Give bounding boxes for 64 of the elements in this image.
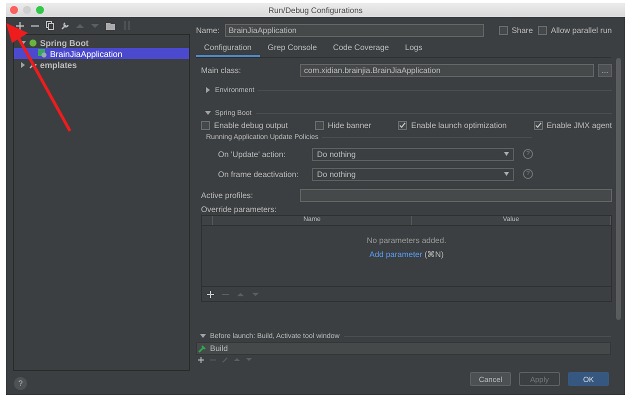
tree-item[interactable]: Spring Boot [40,38,89,48]
tab[interactable]: Code Coverage [324,40,397,57]
caret-icon [504,152,509,156]
tab[interactable]: Configuration [196,40,260,57]
tab[interactable]: Logs [397,40,430,57]
collapsed-arrow-icon[interactable] [205,87,211,93]
checkbox-label: Share [512,26,533,35]
move-up-icon[interactable] [76,22,84,28]
add-icon[interactable] [207,290,214,298]
field-label: On 'Update' action: [217,150,287,158]
name-label: Name: [196,26,220,35]
collapsed-arrow-icon[interactable] [20,62,26,68]
hammer-icon [198,344,207,352]
main-class-label: Main class: [201,66,242,74]
zoom-icon[interactable] [36,6,44,14]
checkbox-label: Allow parallel run [550,26,612,35]
wrench-icon[interactable] [61,21,69,30]
active-profiles-label: Active profiles: [201,190,254,200]
dropdown[interactable]: Do nothing [312,168,514,180]
shortcut-hint: (⌘N) [424,250,444,259]
field-label: On frame deactivation: [217,170,300,178]
tab[interactable]: Grep Console [260,40,325,57]
checkbox[interactable] [201,120,210,130]
dropdown[interactable]: Do nothing [312,148,514,160]
spring-leaf-icon [29,38,37,46]
move-up-icon[interactable] [234,357,240,362]
active-profiles-field[interactable] [300,188,612,202]
expanded-arrow-icon[interactable] [20,40,26,46]
move-down-icon[interactable] [246,357,252,362]
spring-app-icon [38,49,47,58]
task-item[interactable]: Build [210,344,228,353]
folder-icon[interactable] [106,22,116,30]
scrollbar[interactable] [616,58,621,320]
help-button[interactable]: ? [14,376,27,390]
checkbox[interactable] [498,26,508,35]
move-up-icon[interactable] [237,292,244,296]
sort-icon[interactable] [123,21,131,30]
checkbox[interactable] [538,26,547,35]
copy-icon[interactable] [46,21,54,30]
tree-item[interactable]: emplates [40,60,77,70]
main-class-field[interactable]: com.xidian.brainjia.BrainJiaApplication [300,64,594,76]
checkbox-label: Enable JMX agent [546,120,612,130]
move-down-icon[interactable] [252,292,259,296]
minimize-icon[interactable] [23,6,31,14]
checkbox[interactable] [314,120,324,130]
checkbox[interactable] [534,120,543,130]
name-field[interactable]: BrainJiaApplication [224,24,484,37]
empty-message: No parameters added. [366,236,446,245]
edit-icon[interactable] [222,356,228,362]
add-icon[interactable] [16,22,24,30]
caret-icon [504,172,509,176]
add-parameter-link[interactable]: Add parameter [369,250,422,259]
window-title: Run/Debug Configurations [268,6,363,14]
expanded-arrow-icon[interactable] [200,333,206,339]
checkbox-label: Enable launch optimization [411,120,507,130]
add-icon[interactable] [198,356,204,362]
browse-button[interactable]: ... [598,64,612,76]
move-down-icon[interactable] [91,22,99,28]
checkbox-label: Hide banner [328,120,372,130]
override-parameters-label: Override parameters: [201,204,277,214]
checkbox[interactable] [398,120,408,130]
checkbox-label: Enable debug output [214,120,288,130]
close-icon[interactable] [10,6,18,14]
expanded-arrow-icon[interactable] [205,110,211,116]
